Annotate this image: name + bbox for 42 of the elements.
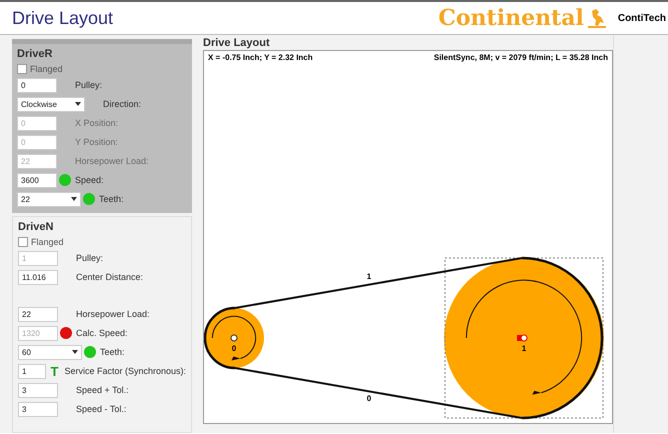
field-label: X Position:: [75, 118, 118, 128]
pulley-drawing[interactable]: [204, 308, 264, 368]
caret-icon: [72, 350, 78, 354]
pulley-drawing[interactable]: [444, 258, 604, 418]
page-title: Drive Layout: [12, 8, 114, 28]
input-field[interactable]: 3: [18, 382, 58, 398]
input-field[interactable]: 3: [18, 402, 58, 416]
field-label: Pulley:: [76, 253, 104, 263]
field-label: Center Distance:: [76, 272, 144, 282]
field-label: Speed + Tol.:: [76, 385, 129, 395]
field-label: Y Position:: [75, 137, 118, 147]
horse-icon: [586, 7, 608, 29]
caret-icon: [75, 102, 81, 106]
field-label: Service Factor (Synchronous):: [64, 366, 186, 376]
brand-logo: Continental: [438, 5, 584, 31]
cursor-position: X = -0.75 Inch; Y = 2.32 Inch: [208, 53, 313, 62]
caret-icon: [71, 197, 77, 201]
belt-info: SilentSync, 8M; v = 2079 ft/min; L = 35.28 Inch: [434, 53, 608, 62]
field-label: Teeth:: [100, 347, 125, 357]
input-field[interactable]: 22: [18, 306, 58, 322]
span-label: 0: [366, 394, 372, 403]
field-label: Calc. Speed:: [76, 328, 128, 338]
field-label: Speed - Tol.:: [76, 404, 126, 414]
field-label: Horsepower Load:: [75, 156, 149, 166]
panel-title: DriveN: [18, 221, 54, 233]
pulley-label: 0: [232, 344, 236, 353]
status-letter: T: [50, 364, 58, 378]
field-label: Horsepower Load:: [76, 309, 150, 319]
input-field[interactable]: 11.016: [18, 270, 58, 284]
brand-name: ContiTech: [618, 12, 666, 24]
field-label: Teeth:: [99, 194, 124, 204]
belt-wrap: [204, 306, 236, 370]
section-title: Drive Layout: [203, 37, 271, 50]
flanged-checkbox[interactable]: Flanged: [18, 236, 186, 247]
field-label: Direction:: [103, 99, 142, 109]
span-label: 1: [366, 272, 372, 281]
pulley-label: 1: [522, 344, 526, 353]
field-label: Pulley:: [75, 80, 102, 90]
field-label: Speed:: [75, 175, 104, 185]
dropdown[interactable]: 60: [18, 344, 82, 360]
panel-title: DriveR: [17, 48, 54, 60]
input-field[interactable]: 1: [18, 364, 46, 378]
